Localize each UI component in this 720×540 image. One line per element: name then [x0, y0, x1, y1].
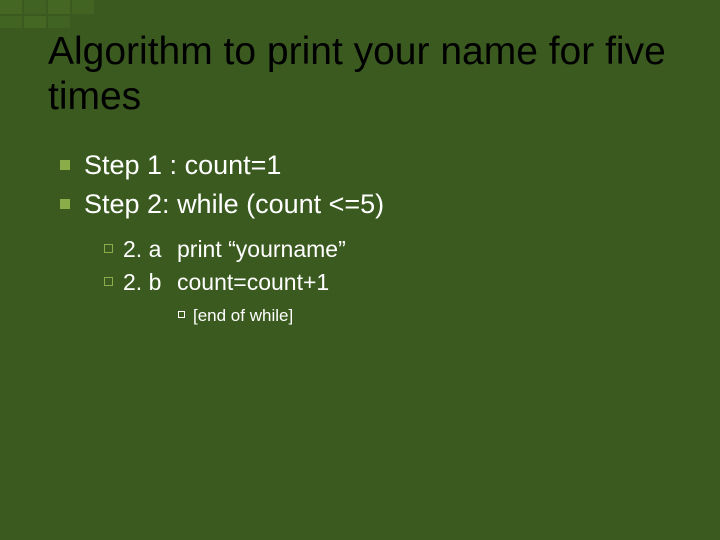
substep-label: 2. b [123, 267, 177, 298]
substep-text: count=count+1 [177, 267, 329, 298]
subsubstep-text: [end of while] [193, 304, 293, 328]
subsubstep-item: [end of while] [178, 304, 680, 328]
step-item: Step 1 : count=1 [60, 148, 680, 183]
hollow-square-bullet-icon [104, 277, 113, 286]
hollow-square-bullet-icon [104, 244, 113, 253]
step-item: Step 2: while (count <=5) [60, 187, 680, 222]
step-text: Step 1 : count=1 [84, 148, 281, 183]
corner-decoration [0, 0, 180, 28]
substep-label: 2. a [123, 234, 177, 265]
substep-item: 2. b count=count+1 [104, 267, 680, 298]
square-bullet-icon [60, 160, 70, 170]
substep-item: 2. a print “yourname” [104, 234, 680, 265]
hollow-square-bullet-icon [178, 311, 185, 318]
slide-body: Step 1 : count=1 Step 2: while (count <=… [60, 148, 680, 328]
slide-title: Algorithm to print your name for five ti… [48, 30, 680, 120]
substep-text: print “yourname” [177, 234, 346, 265]
step-text: Step 2: while (count <=5) [84, 187, 384, 222]
square-bullet-icon [60, 199, 70, 209]
